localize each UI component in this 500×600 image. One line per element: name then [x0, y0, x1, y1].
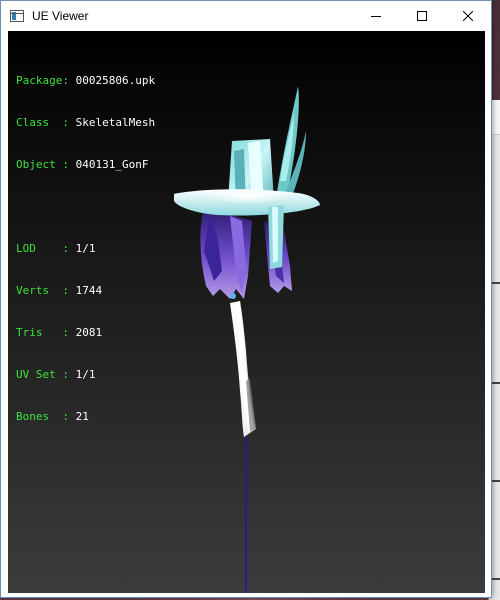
close-icon: [463, 11, 473, 21]
ue-viewer-window: UE Viewer Package: 00025806.upk Class : …: [0, 0, 492, 598]
3d-viewport[interactable]: Package: 00025806.upk Class : SkeletalMe…: [8, 31, 485, 593]
background-window-marker: [492, 578, 500, 580]
window-title: UE Viewer: [32, 9, 89, 23]
hat-feathers: [276, 86, 306, 199]
background-window-marker: [492, 480, 500, 482]
minimize-icon: [371, 16, 381, 17]
window-controls: [353, 1, 491, 31]
gem: [230, 293, 236, 299]
app-icon[interactable]: [10, 10, 24, 22]
title-bar[interactable]: UE Viewer: [1, 1, 491, 31]
maximize-icon: [417, 11, 427, 21]
blade: [230, 301, 256, 437]
close-button[interactable]: [445, 1, 491, 31]
background-window-marker: [492, 282, 500, 284]
skeletal-mesh-render: [174, 86, 320, 593]
background-window-marker: [492, 382, 500, 384]
maximize-button[interactable]: [399, 1, 445, 31]
minimize-button[interactable]: [353, 1, 399, 31]
